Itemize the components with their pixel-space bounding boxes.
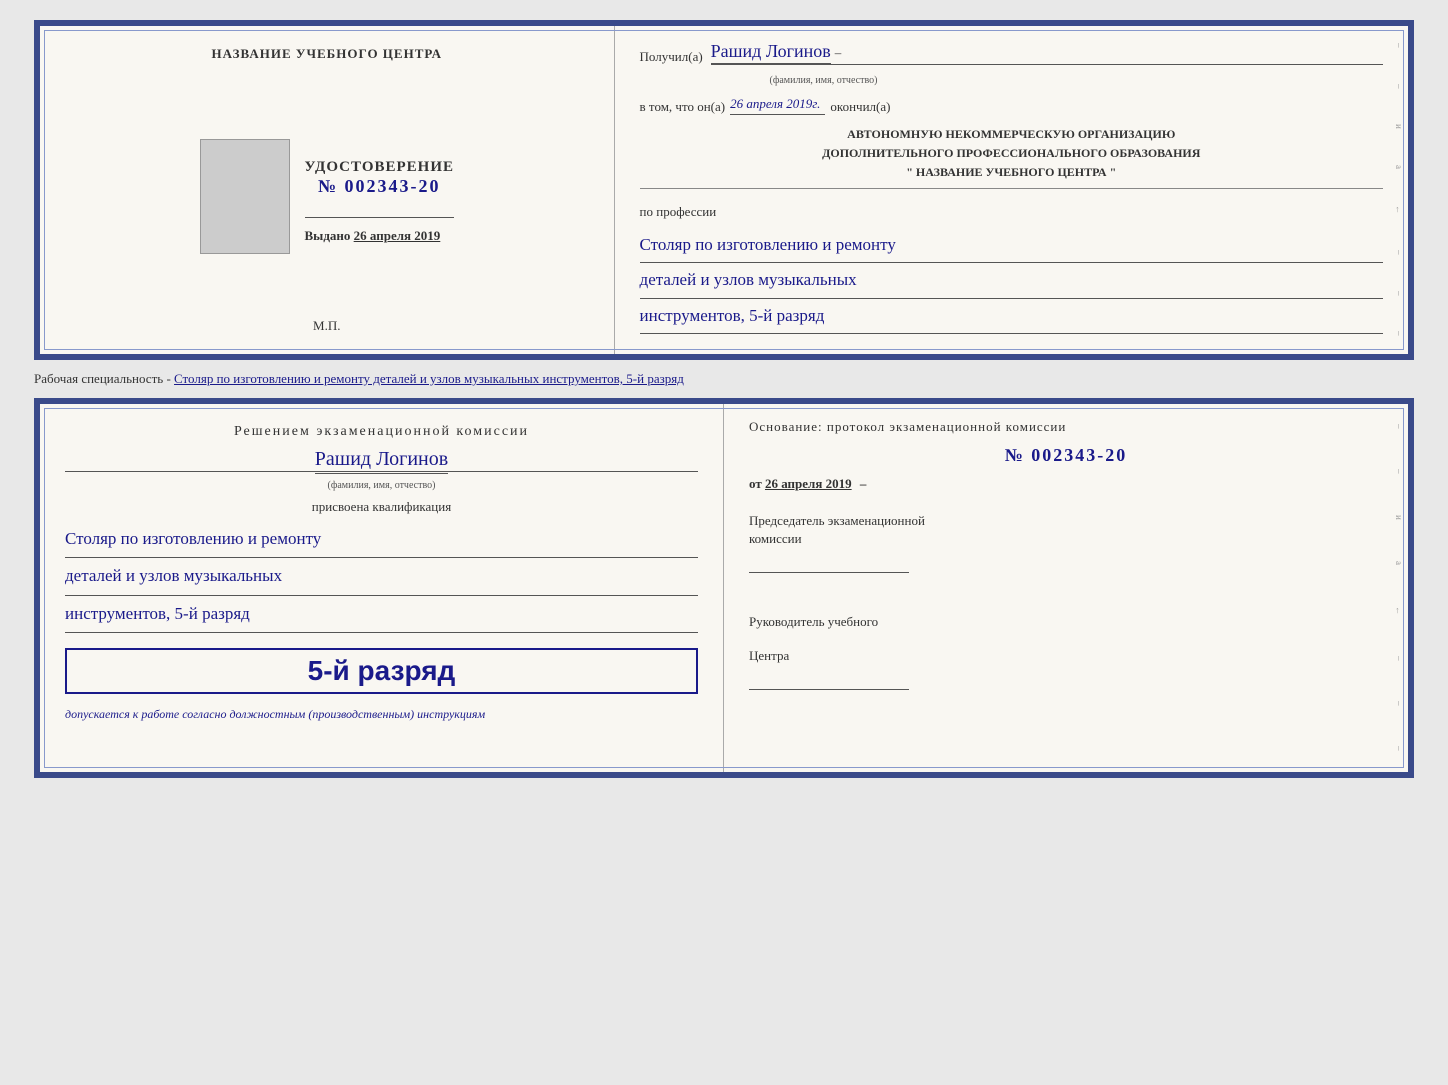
rukovoditel-line1: Руководитель учебного	[749, 613, 1383, 631]
bottom-document: Решением экзаменационной комиссии Рашид …	[34, 398, 1414, 778]
strip-text-2: –	[1394, 84, 1404, 90]
from-date-block: от 26 апреля 2019 –	[749, 476, 1383, 492]
ot-date: 26 апреля 2019	[765, 476, 852, 491]
spec-description-block: Рабочая специальность - Столяр по изгото…	[34, 368, 1414, 390]
dash-right: –	[855, 476, 867, 491]
vydano-label: Выдано	[305, 228, 351, 243]
top-doc-right: Получил(а) Рашид Логинов – (фамилия, имя…	[615, 26, 1408, 354]
exam-decision-label: Решением экзаменационной комиссии	[65, 424, 698, 440]
chairman-line1: Председатель экзаменационной	[749, 512, 1383, 530]
strip-b-и: и	[1394, 515, 1404, 521]
org-line1: АВТОНОМНУЮ НЕКОММЕРЧЕСКУЮ ОРГАНИЗАЦИЮ	[640, 125, 1383, 144]
recipient-name: Рашид Логинов	[711, 41, 831, 64]
center-name-top: НАЗВАНИЕ УЧЕБНОГО ЦЕНТРА	[212, 46, 443, 62]
chairman-block: Председатель экзаменационной комиссии	[749, 512, 1383, 573]
fio-label-top: (фамилия, имя, отчество)	[640, 75, 1383, 86]
strip-text-5: –	[1394, 291, 1404, 297]
side-strip-bottom: – – и а ← – – –	[1390, 404, 1408, 772]
udostoverenie-title: УДОСТОВЕРЕНИЕ	[305, 159, 455, 176]
udostoverenie-number: № 002343-20	[305, 176, 455, 197]
org-line2: ДОПОЛНИТЕЛЬНОГО ПРОФЕССИОНАЛЬНОГО ОБРАЗО…	[640, 144, 1383, 163]
fio-label-bottom: (фамилия, имя, отчество)	[65, 480, 698, 491]
prof-line3: инструментов, 5-й разряд	[640, 301, 1383, 335]
spec-desc-value: Столяр по изготовлению и ремонту деталей…	[174, 366, 684, 391]
rank-highlight-box: 5-й разряд	[65, 648, 698, 694]
strip-text-1: –	[1394, 43, 1404, 49]
date-row: в том, что он(а) 26 апреля 2019г. окончи…	[640, 96, 1383, 115]
okonchil-label: окончил(а)	[830, 99, 890, 115]
strip-b-3: ←	[1394, 606, 1404, 616]
strip-b-2: –	[1394, 469, 1404, 475]
cert-info-block: УДОСТОВЕРЕНИЕ № 002343-20 Выдано 26 апре…	[305, 139, 455, 244]
qual-line3: инструментов, 5-й разряд	[65, 598, 698, 633]
recipient-row: Получил(а) Рашид Логинов –	[640, 41, 1383, 65]
dopuskaetsya-block: допускается к работе согласно должностны…	[65, 707, 698, 722]
qual-line1: Столяр по изготовлению и ремонту	[65, 523, 698, 558]
strip-text-3: ←	[1394, 205, 1404, 215]
rukovoditel-block: Руководитель учебного Центра	[749, 598, 1383, 689]
org-name: " НАЗВАНИЕ УЧЕБНОГО ЦЕНТРА "	[640, 163, 1383, 182]
prof-line1: Столяр по изготовлению и ремонту	[640, 230, 1383, 264]
prof-line2: деталей и узлов музыкальных	[640, 265, 1383, 299]
dash-after-name: –	[835, 45, 842, 60]
org-block: АВТОНОМНУЮ НЕКОММЕРЧЕСКУЮ ОРГАНИЗАЦИЮ ДО…	[640, 125, 1383, 189]
udostoverenie-block: УДОСТОВЕРЕНИЕ № 002343-20	[305, 159, 455, 197]
dopuskaetsya-label: допускается к	[65, 707, 138, 721]
bottom-doc-right: Основание: протокол экзаменационной коми…	[724, 404, 1408, 772]
ot-label: от	[749, 476, 762, 491]
spec-desc-prefix: Рабочая специальность -	[34, 371, 174, 386]
recipient-name-block: Рашид Логинов –	[711, 41, 1383, 65]
profession-block: Столяр по изготовлению и ремонту деталей…	[640, 230, 1383, 337]
po-professii-label: по профессии	[640, 204, 1383, 220]
main-container: НАЗВАНИЕ УЧЕБНОГО ЦЕНТРА УДОСТОВЕРЕНИЕ №…	[34, 20, 1414, 778]
chairman-line2: комиссии	[749, 530, 1383, 548]
bottom-doc-left: Решением экзаменационной комиссии Рашид …	[40, 404, 724, 772]
side-strip-top: – – и а ← – – –	[1390, 26, 1408, 354]
rukovoditel-line2: Центра	[749, 647, 1383, 665]
strip-b-4: –	[1394, 656, 1404, 662]
rukovoditel-signature-line	[749, 670, 909, 690]
qualification-block: Столяр по изготовлению и ремонту деталей…	[65, 523, 698, 635]
strip-b-1: –	[1394, 424, 1404, 430]
vydano-date: 26 апреля 2019	[354, 228, 441, 243]
osnovanie-label: Основание: протокол экзаменационной коми…	[749, 419, 1383, 435]
prisvoena-label: присвоена квалификация	[65, 499, 698, 515]
person-name-block-bottom: Рашид Логинов	[65, 448, 698, 472]
top-document: НАЗВАНИЕ УЧЕБНОГО ЦЕНТРА УДОСТОВЕРЕНИЕ №…	[34, 20, 1414, 360]
work-desc: работе согласно должностным (производств…	[141, 707, 485, 721]
strip-text-a: а	[1394, 165, 1404, 170]
strip-b-5: –	[1394, 701, 1404, 707]
vydano-block: Выдано 26 апреля 2019	[305, 228, 455, 244]
strip-b-а: а	[1394, 561, 1404, 566]
strip-text-4: –	[1394, 250, 1404, 256]
strip-text-и: и	[1394, 124, 1404, 130]
mp-label: М.П.	[313, 318, 340, 334]
qual-line2: деталей и узлов музыкальных	[65, 560, 698, 595]
chairman-signature-line	[749, 553, 909, 573]
date-value-top: 26 апреля 2019г.	[730, 96, 825, 115]
photo-placeholder	[200, 139, 290, 254]
person-name-bottom: Рашид Логинов	[315, 448, 448, 474]
rank-label: 5-й разряд	[77, 655, 686, 687]
strip-b-6: –	[1394, 746, 1404, 752]
left-doc-bottom-area: УДОСТОВЕРЕНИЕ № 002343-20 Выдано 26 апре…	[200, 139, 455, 254]
poluchil-label: Получил(а)	[640, 49, 703, 65]
strip-text-6: –	[1394, 331, 1404, 337]
v-tom-chto-label: в том, что он(а)	[640, 99, 726, 115]
top-doc-left: НАЗВАНИЕ УЧЕБНОГО ЦЕНТРА УДОСТОВЕРЕНИЕ №…	[40, 26, 615, 354]
protocol-number-bottom: № 002343-20	[749, 445, 1383, 466]
